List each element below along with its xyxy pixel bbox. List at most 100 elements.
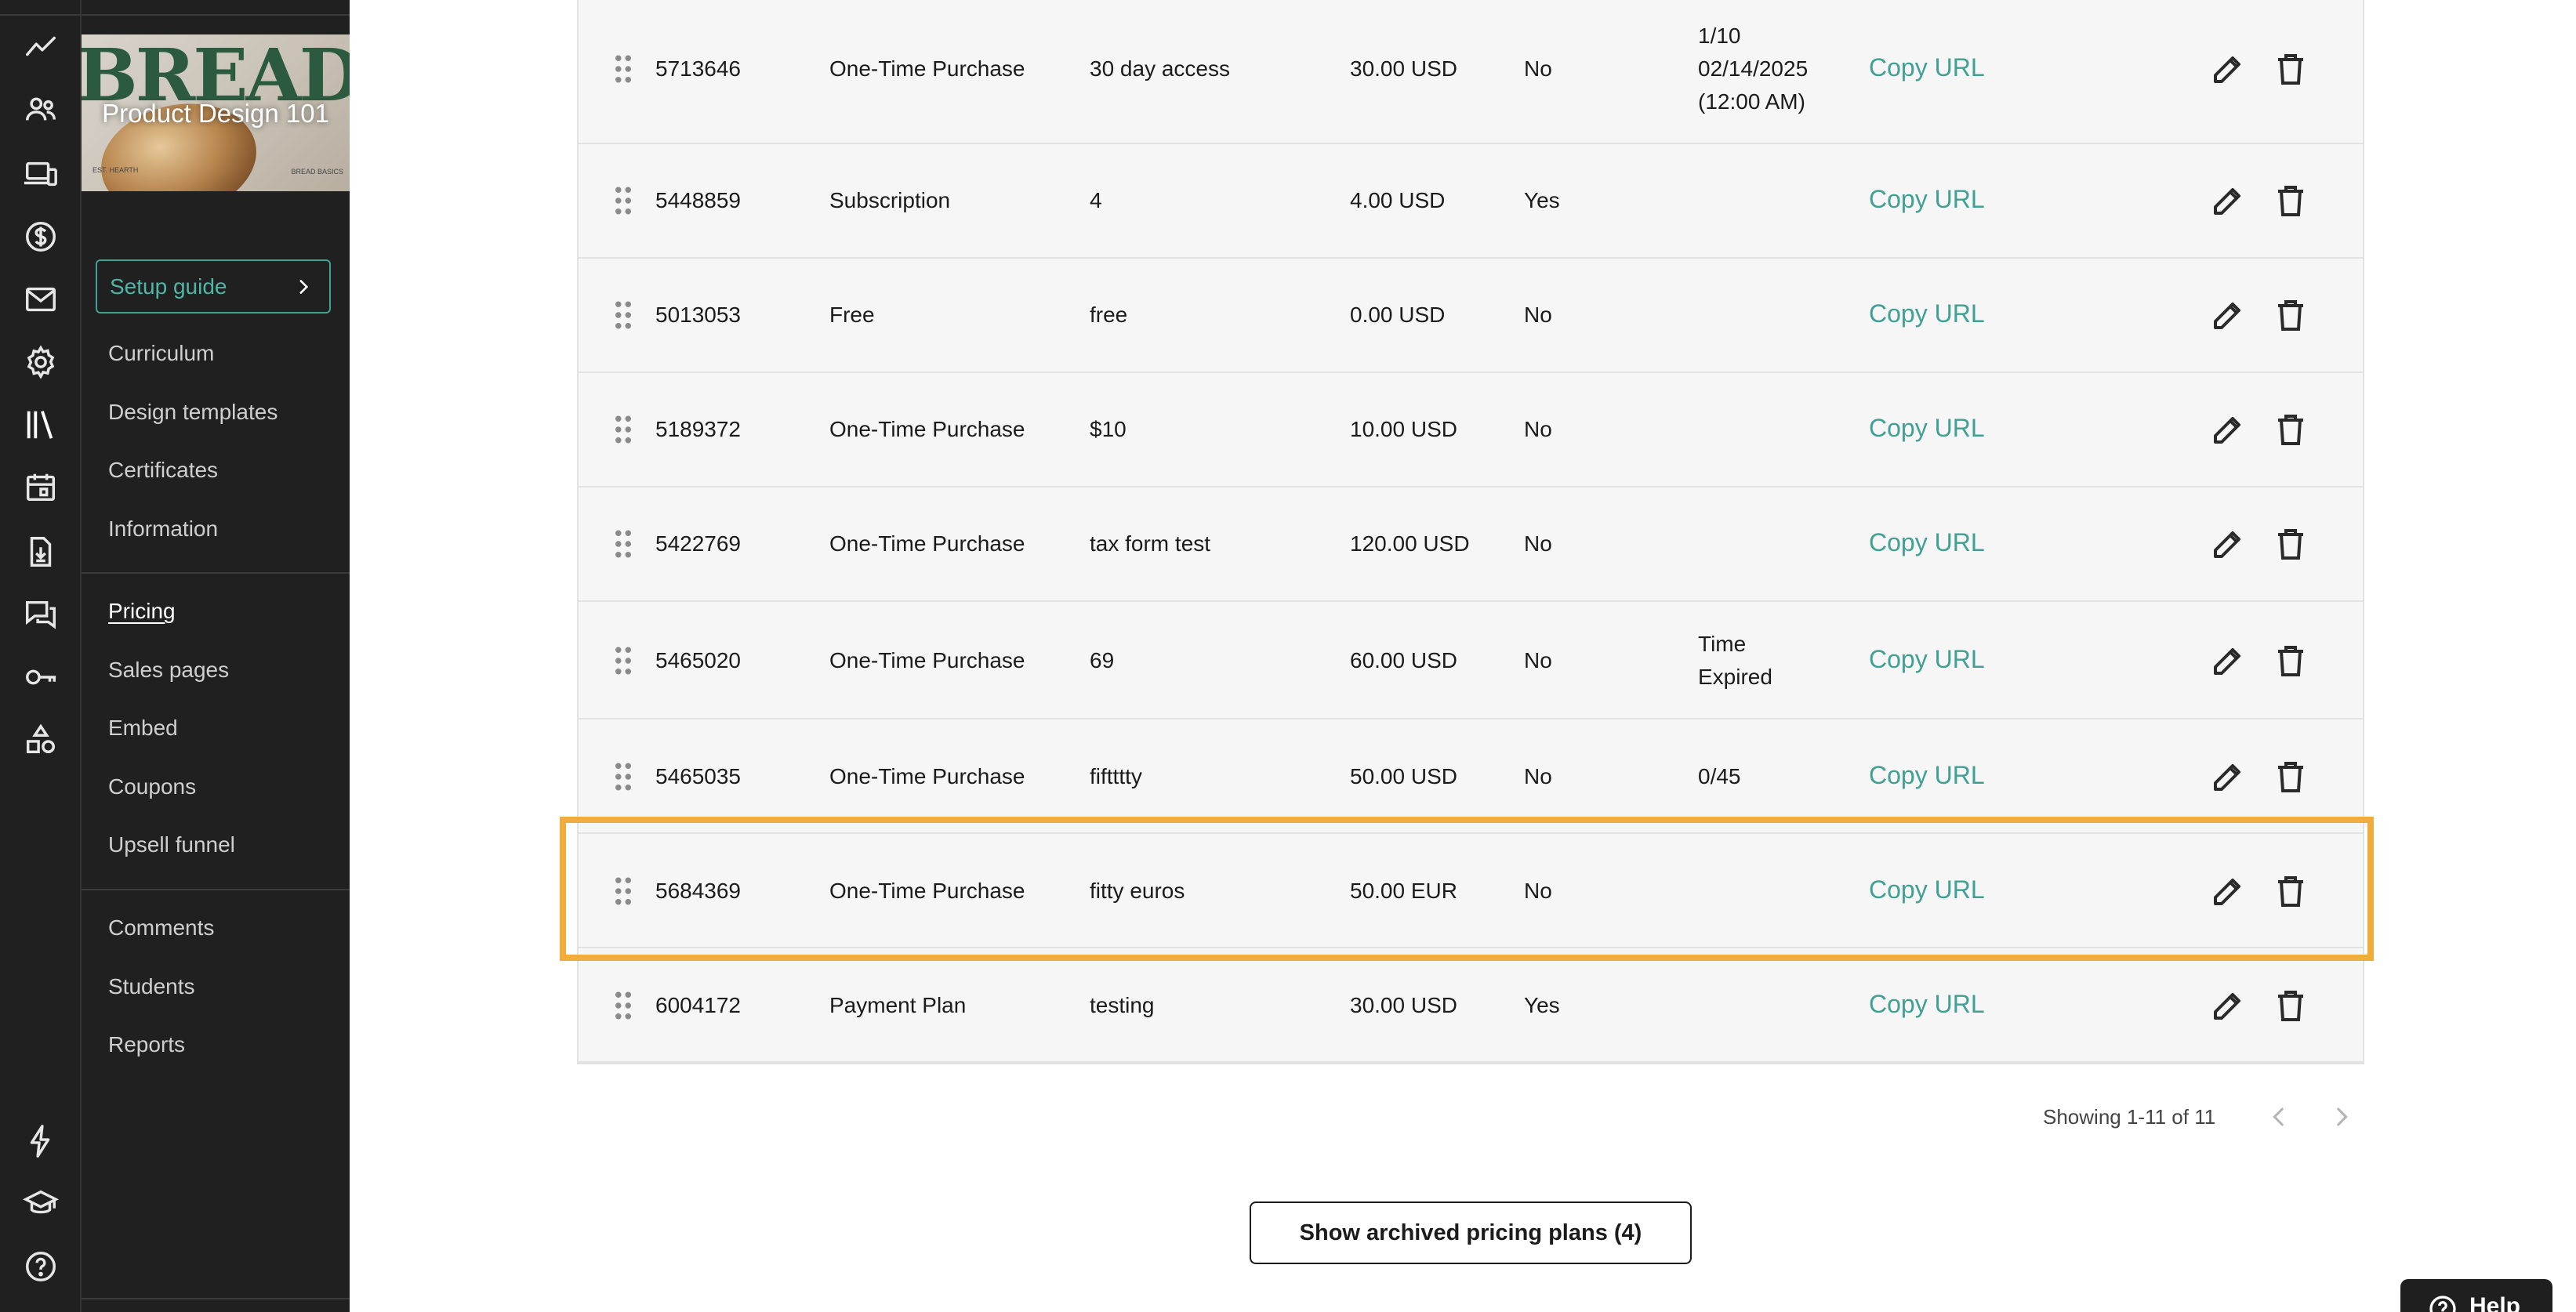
- plan-default: No: [1524, 417, 1552, 441]
- table-row: 5713646 One-Time Purchase 30 day access 30.…: [579, 0, 2363, 144]
- delete-trash-icon[interactable]: [2272, 50, 2309, 88]
- settings-icon[interactable]: [19, 340, 63, 384]
- plan-name: 69: [1090, 648, 1115, 672]
- edit-pencil-icon[interactable]: [2209, 642, 2247, 680]
- plan-type: One-Time Purchase: [829, 879, 1025, 903]
- graduation-cap-icon[interactable]: [19, 1182, 63, 1226]
- cover-small-text-left: EST. HEARTH: [93, 166, 139, 174]
- analytics-icon[interactable]: [19, 25, 63, 69]
- drag-handle-icon[interactable]: [613, 53, 633, 85]
- dollar-icon[interactable]: [19, 215, 63, 259]
- main-content: 5713646 One-Time Purchase 30 day access 30.…: [350, 0, 2576, 1312]
- plan-type: Subscription: [829, 188, 951, 212]
- sidebar-item-reports[interactable]: Reports: [108, 1032, 185, 1057]
- copy-url-link[interactable]: Copy URL: [1869, 528, 1985, 557]
- library-icon[interactable]: [19, 403, 63, 447]
- delete-trash-icon[interactable]: [2272, 411, 2309, 448]
- course-cover-image[interactable]: BREADCIPES EST. HEARTH BREAD BASICS Prod…: [82, 34, 350, 191]
- sidebar-item-sales-pages[interactable]: Sales pages: [108, 658, 229, 683]
- delete-trash-icon[interactable]: [2272, 525, 2309, 563]
- copy-url-link[interactable]: Copy URL: [1869, 990, 1985, 1019]
- help-label: Help: [2469, 1293, 2521, 1312]
- help-circle-icon: [2429, 1296, 2456, 1312]
- edit-pencil-icon[interactable]: [2209, 182, 2247, 219]
- drag-handle-icon[interactable]: [613, 528, 633, 560]
- bolt-icon[interactable]: [19, 1119, 63, 1163]
- edit-pencil-icon[interactable]: [2209, 758, 2247, 796]
- edit-pencil-icon[interactable]: [2209, 411, 2247, 448]
- plan-price: 60.00 USD: [1350, 648, 1457, 672]
- chevron-right-icon: [299, 279, 309, 294]
- key-icon[interactable]: [19, 655, 63, 699]
- rail-divider: [0, 14, 80, 16]
- table-row: 5448859 Subscription 4 4.00 USD Yes Copy URL: [579, 144, 2363, 259]
- plan-price: 50.00 USD: [1350, 764, 1457, 788]
- download-icon[interactable]: [19, 530, 63, 574]
- plan-price: 10.00 USD: [1350, 417, 1457, 441]
- copy-url-link[interactable]: Copy URL: [1869, 299, 1985, 328]
- setup-guide-label: Setup guide: [110, 274, 227, 299]
- chat-icon[interactable]: [19, 593, 63, 636]
- delete-trash-icon[interactable]: [2272, 642, 2309, 680]
- sidebar-item-design-templates[interactable]: Design templates: [108, 400, 278, 425]
- edit-pencil-icon[interactable]: [2209, 296, 2247, 334]
- show-archived-button[interactable]: Show archived pricing plans (4): [1250, 1201, 1692, 1264]
- drag-handle-icon[interactable]: [613, 761, 633, 792]
- sidebar-item-coupons[interactable]: Coupons: [108, 774, 196, 799]
- sidebar-item-comments[interactable]: Comments: [108, 915, 214, 941]
- chevron-right-icon[interactable]: [2328, 1104, 2355, 1130]
- shapes-icon[interactable]: [19, 718, 63, 762]
- sidebar-item-embed[interactable]: Embed: [108, 716, 178, 741]
- course-title: Product Design 101: [102, 99, 329, 128]
- plan-default: No: [1524, 764, 1552, 788]
- plan-default: No: [1524, 303, 1552, 327]
- edit-pencil-icon[interactable]: [2209, 525, 2247, 563]
- delete-trash-icon[interactable]: [2272, 872, 2309, 910]
- drag-handle-icon[interactable]: [613, 875, 633, 907]
- delete-trash-icon[interactable]: [2272, 182, 2309, 219]
- help-button[interactable]: Help: [2400, 1279, 2552, 1312]
- edit-pencil-icon[interactable]: [2209, 50, 2247, 88]
- help-circle-icon[interactable]: [19, 1245, 63, 1288]
- copy-url-link[interactable]: Copy URL: [1869, 761, 1985, 790]
- drag-handle-icon[interactable]: [613, 185, 633, 216]
- plan-id: 5465020: [655, 648, 742, 672]
- plan-type: One-Time Purchase: [829, 764, 1025, 788]
- sidebar-item-pricing[interactable]: Pricing: [108, 599, 176, 624]
- plan-limit-line: 0/45: [1698, 764, 1741, 788]
- mail-icon[interactable]: [19, 277, 63, 321]
- plan-limit-line: (12:00 AM): [1698, 89, 1805, 114]
- sidebar-item-students[interactable]: Students: [108, 974, 195, 999]
- plan-price: 0.00 USD: [1350, 303, 1446, 327]
- table-row: 5189372 One-Time Purchase $10 10.00 USD No Co…: [579, 373, 2363, 487]
- users-icon[interactable]: [19, 88, 63, 132]
- edit-pencil-icon[interactable]: [2209, 987, 2247, 1024]
- plan-price: 30.00 USD: [1350, 56, 1457, 81]
- sidebar-item-certificates[interactable]: Certificates: [108, 458, 218, 483]
- plan-name: 30 day access: [1090, 56, 1230, 81]
- copy-url-link[interactable]: Copy URL: [1869, 875, 1985, 904]
- sidebar-item-information[interactable]: Information: [108, 516, 218, 542]
- copy-url-link[interactable]: Copy URL: [1869, 53, 1985, 82]
- copy-url-link[interactable]: Copy URL: [1869, 645, 1985, 674]
- devices-icon[interactable]: [19, 152, 63, 196]
- delete-trash-icon[interactable]: [2272, 758, 2309, 796]
- plan-id: 5465035: [655, 764, 742, 788]
- calendar-icon[interactable]: [19, 466, 63, 509]
- delete-trash-icon[interactable]: [2272, 987, 2309, 1024]
- delete-trash-icon[interactable]: [2272, 296, 2309, 334]
- sidebar-divider: [82, 572, 350, 574]
- copy-url-link[interactable]: Copy URL: [1869, 185, 1985, 214]
- plan-default: Yes: [1524, 188, 1560, 212]
- sidebar-item-upsell-funnel[interactable]: Upsell funnel: [108, 832, 235, 857]
- chevron-left-icon[interactable]: [2266, 1104, 2292, 1130]
- copy-url-link[interactable]: Copy URL: [1869, 414, 1985, 443]
- setup-guide-button[interactable]: Setup guide: [96, 259, 331, 314]
- plan-price: 50.00 EUR: [1350, 879, 1457, 903]
- edit-pencil-icon[interactable]: [2209, 872, 2247, 910]
- drag-handle-icon[interactable]: [613, 414, 633, 445]
- sidebar-item-curriculum[interactable]: Curriculum: [108, 341, 214, 366]
- drag-handle-icon[interactable]: [613, 645, 633, 676]
- drag-handle-icon[interactable]: [613, 299, 633, 331]
- drag-handle-icon[interactable]: [613, 990, 633, 1021]
